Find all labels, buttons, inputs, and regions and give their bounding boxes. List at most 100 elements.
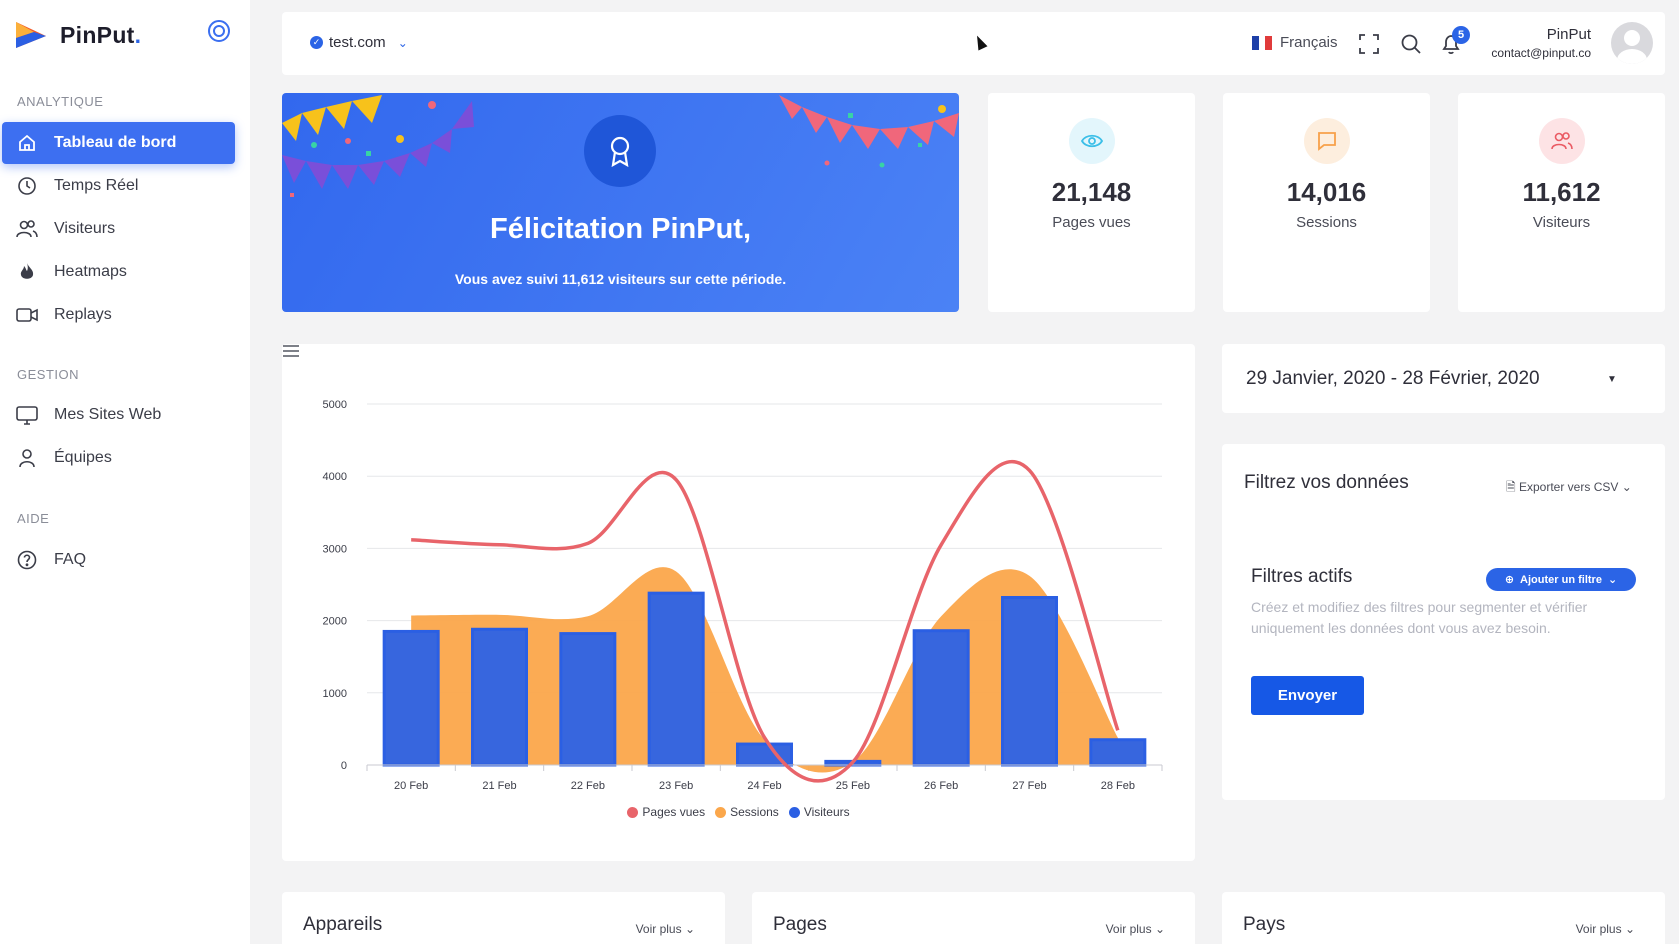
legend-item[interactable]: Pages vues xyxy=(627,805,705,819)
x-tick-label: 23 Feb xyxy=(659,780,693,792)
sidebar-item-faq[interactable]: FAQ xyxy=(2,539,235,581)
sidebar-toggle-icon[interactable] xyxy=(208,20,230,42)
eye-icon xyxy=(1069,118,1115,164)
y-tick-label: 1000 xyxy=(323,688,347,700)
plus-circle-icon: ⊕ xyxy=(1504,574,1515,586)
legend-item[interactable]: Sessions xyxy=(715,805,779,819)
stat-label: Visiteurs xyxy=(1532,214,1591,231)
see-more-label: Voir plus xyxy=(1575,922,1622,936)
sidebar-item-equipes[interactable]: Équipes xyxy=(2,437,235,479)
chevron-down-icon: ⌄ xyxy=(1607,574,1618,586)
section-label-analytique: ANALYTIQUE xyxy=(17,94,104,109)
sidebar-item-replays[interactable]: Replays xyxy=(2,294,235,336)
filter-card: Filtrez vos données 🗎 Exporter vers CSV … xyxy=(1222,444,1665,800)
visitors-bar xyxy=(1089,738,1147,767)
see-more-link[interactable]: Voir plus ⌄ xyxy=(1106,922,1165,936)
visitors-bar xyxy=(1001,595,1058,767)
fullscreen-icon[interactable] xyxy=(1358,33,1380,55)
user-name[interactable]: PinPut xyxy=(1547,26,1591,43)
clock-icon xyxy=(16,175,38,197)
welcome-message: Vous avez suivi 11,612 visiteurs sur cet… xyxy=(454,271,787,287)
search-icon[interactable] xyxy=(1400,33,1422,55)
sidebar-item-label: Heatmaps xyxy=(54,263,127,280)
file-icon: 🗎 xyxy=(1506,480,1516,494)
x-tick-label: 22 Feb xyxy=(571,780,605,792)
stat-card-visiteurs: 11,612 Visiteurs xyxy=(1458,93,1665,312)
stat-value: 14,016 xyxy=(1286,177,1367,207)
logo[interactable]: PinPut. xyxy=(14,20,141,50)
users-icon xyxy=(16,218,38,240)
sidebar-item-mes-sites-web[interactable]: Mes Sites Web xyxy=(2,394,235,436)
sidebar-item-label: Mes Sites Web xyxy=(54,406,162,423)
y-tick-label: 0 xyxy=(341,760,347,772)
sidebar-item-label: Replays xyxy=(54,306,112,323)
site-selector[interactable]: ✓ test.com ⌄ xyxy=(310,34,408,51)
site-name: test.com xyxy=(329,34,386,51)
notification-badge: 5 xyxy=(1452,26,1470,44)
x-tick-label: 27 Feb xyxy=(1012,780,1046,792)
date-range-picker[interactable]: 29 Janvier, 2020 - 28 Février, 2020 ▼ xyxy=(1222,344,1665,413)
visitors-bar xyxy=(647,591,705,767)
sidebar-item-temps-reel[interactable]: Temps Réel xyxy=(2,165,235,207)
y-tick-label: 3000 xyxy=(323,543,347,555)
sidebar-item-heatmaps[interactable]: Heatmaps xyxy=(2,251,235,293)
x-tick-label: 21 Feb xyxy=(482,780,516,792)
add-filter-label: Ajouter un filtre xyxy=(1520,573,1602,586)
sidebar-item-label: Tableau de bord xyxy=(54,134,177,151)
export-label: Exporter vers CSV xyxy=(1519,480,1619,494)
active-filters-title: Filtres actifs xyxy=(1251,566,1353,587)
language-selector[interactable]: Français xyxy=(1252,34,1338,51)
stat-label: Sessions xyxy=(1296,214,1357,231)
see-more-link[interactable]: Voir plus ⌄ xyxy=(1576,922,1635,936)
legend-label: Pages vues xyxy=(642,805,706,819)
sidebar-item-label: Équipes xyxy=(54,449,112,466)
x-tick-label: 28 Feb xyxy=(1101,780,1135,792)
y-tick-label: 2000 xyxy=(323,616,347,628)
section-label-gestion: GESTION xyxy=(17,367,80,382)
welcome-title: Félicitation PinPut, xyxy=(489,213,751,245)
sidebar-item-label: FAQ xyxy=(54,551,87,568)
legend-item[interactable]: Visiteurs xyxy=(788,805,850,819)
stat-value: 21,148 xyxy=(1051,177,1132,207)
card-title: Appareils xyxy=(303,914,383,935)
user-email: contact@pinput.co xyxy=(1491,46,1591,60)
legend-dot xyxy=(788,806,800,818)
message-icon xyxy=(1304,118,1350,164)
users-icon xyxy=(1539,118,1585,164)
chart-legend: Pages vues Sessions Visiteurs xyxy=(282,805,1195,819)
add-filter-button[interactable]: ⊕ Ajouter un filtre ⌄ xyxy=(1486,568,1636,591)
visitors-bar xyxy=(912,629,970,767)
stat-label: Pages vues xyxy=(1052,214,1131,231)
devices-card: Appareils Voir plus ⌄ xyxy=(282,892,725,944)
see-more-label: Voir plus xyxy=(635,922,682,936)
x-tick-label: 20 Feb xyxy=(394,780,428,792)
legend-label: Sessions xyxy=(730,805,779,819)
see-more-link[interactable]: Voir plus ⌄ xyxy=(636,922,695,936)
welcome-card: Félicitation PinPut, Vous avez suivi 11,… xyxy=(282,93,959,312)
video-icon xyxy=(16,304,38,326)
x-tick-label: 25 Feb xyxy=(836,780,870,792)
user-icon xyxy=(16,447,38,469)
y-tick-label: 5000 xyxy=(323,399,347,411)
see-more-label: Voir plus xyxy=(1105,922,1152,936)
sidebar-item-label: Visiteurs xyxy=(54,220,116,237)
logo-icon xyxy=(16,22,46,48)
visitors-bar xyxy=(471,627,528,767)
submit-button[interactable]: Envoyer xyxy=(1251,676,1364,715)
logo-name: PinPut xyxy=(60,21,135,48)
help-icon xyxy=(16,549,38,571)
export-csv-button[interactable]: 🗎 Exporter vers CSV ⌄ xyxy=(1506,478,1632,499)
card-title: Pays xyxy=(1243,914,1286,935)
language-label: Français xyxy=(1280,34,1338,51)
avatar[interactable] xyxy=(1611,22,1653,64)
flame-icon xyxy=(16,261,38,283)
menu-icon[interactable] xyxy=(282,344,300,358)
monitor-icon xyxy=(16,404,38,426)
sidebar: PinPut. ANALYTIQUE Tableau de bord Temps… xyxy=(0,0,250,944)
sidebar-item-tableau-de-bord[interactable]: Tableau de bord xyxy=(2,122,235,164)
chart-card: 0 1000 2000 3000 4000 5000 20 Feb 21 Feb 22 Feb 2… xyxy=(282,344,1195,861)
sidebar-item-visiteurs[interactable]: Visiteurs xyxy=(2,208,235,250)
check-icon: ✓ xyxy=(310,36,323,49)
topbar: ✓ test.com ⌄ Français 5 PinPut contact@p… xyxy=(282,12,1665,75)
pages-card: Pages Voir plus ⌄ xyxy=(752,892,1195,944)
